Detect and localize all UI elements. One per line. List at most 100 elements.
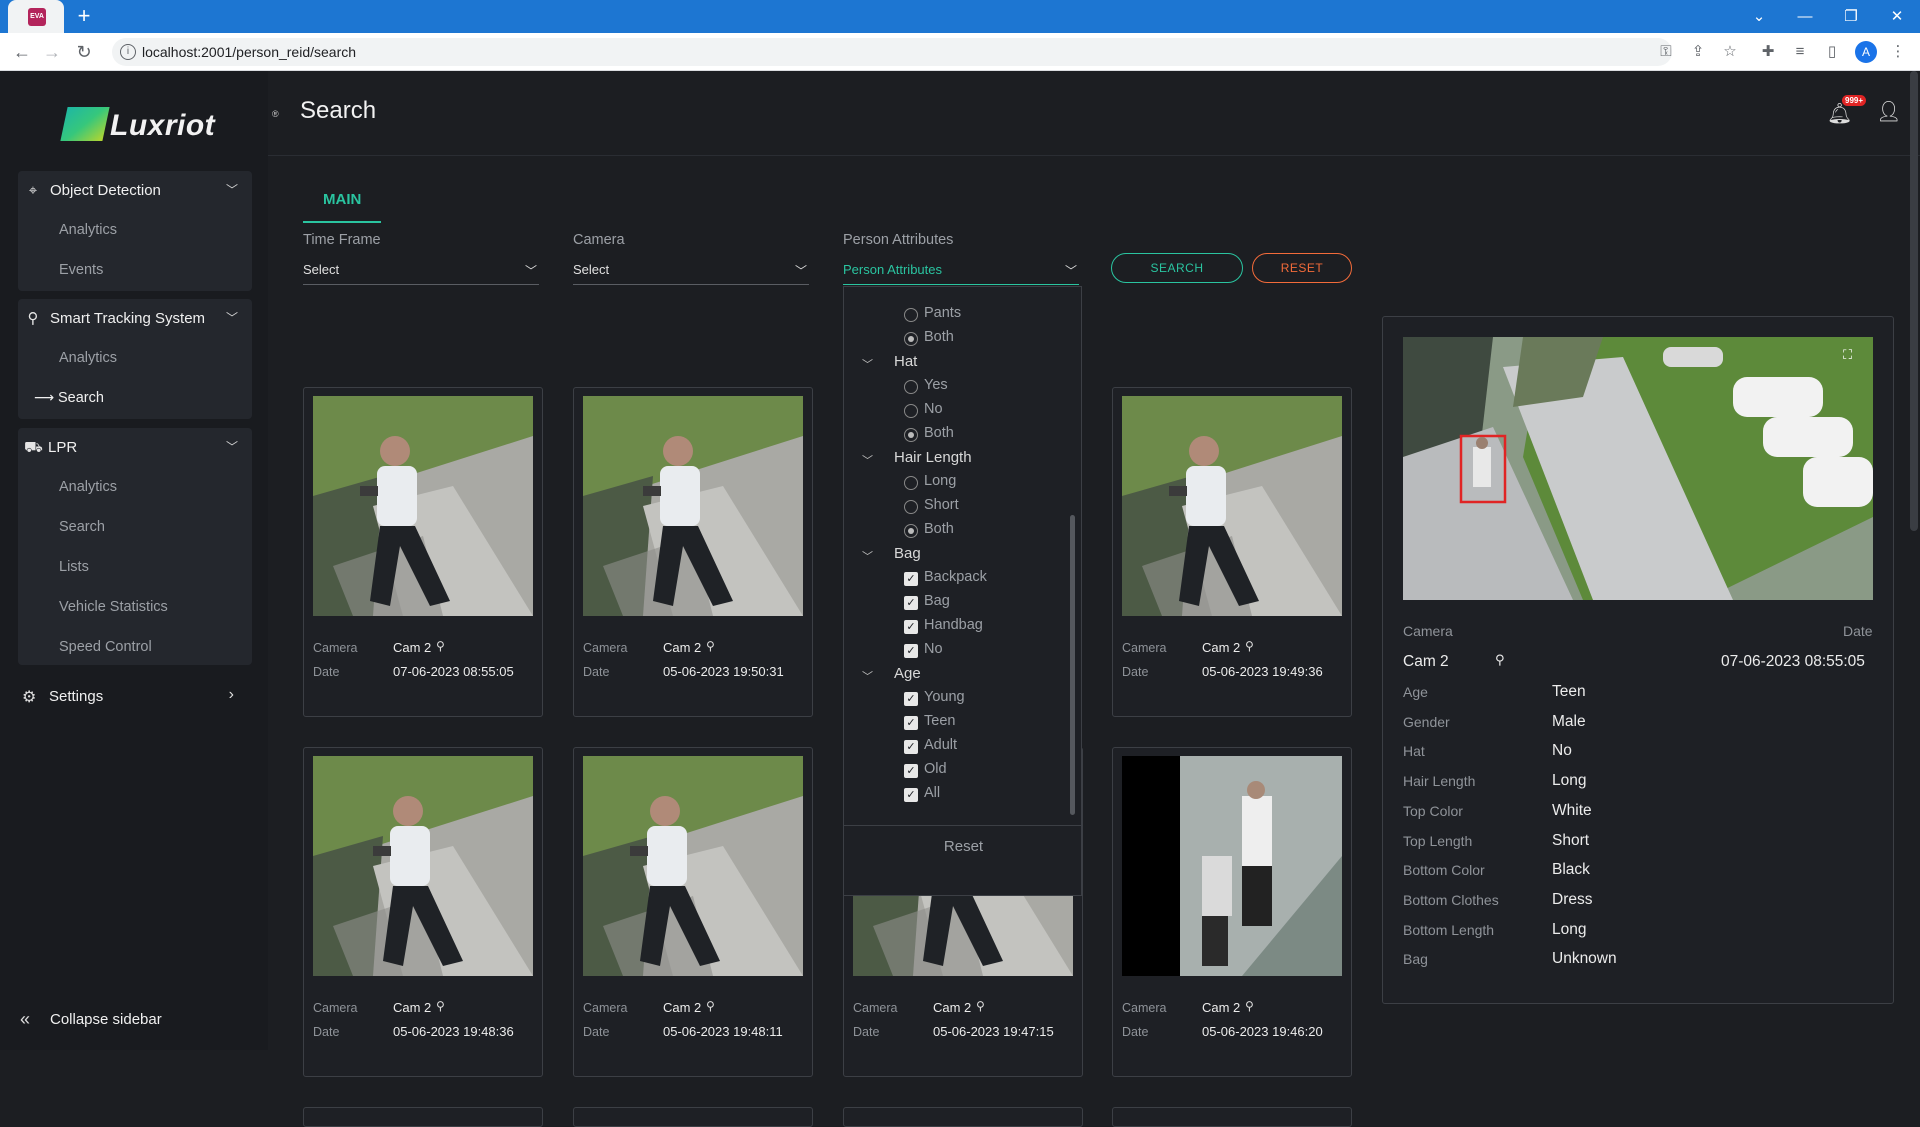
dropdown-scrollbar[interactable] bbox=[1070, 515, 1075, 815]
profile-avatar[interactable]: A bbox=[1855, 41, 1877, 63]
tab-main[interactable]: MAIN bbox=[303, 181, 381, 223]
sidebar-item-label: Search bbox=[58, 390, 104, 406]
new-tab-button[interactable]: + bbox=[72, 4, 96, 28]
radio-button[interactable] bbox=[904, 380, 918, 394]
result-card[interactable] bbox=[843, 1107, 1083, 1127]
option-group-label[interactable]: Age bbox=[894, 665, 921, 682]
checkbox[interactable]: ✓ bbox=[904, 788, 918, 802]
radio-button[interactable] bbox=[904, 428, 918, 442]
checkbox[interactable]: ✓ bbox=[904, 740, 918, 754]
result-card[interactable]: Camera Cam 2 ⚲ Date 05-06-2023 19:46:20 bbox=[1112, 747, 1352, 1077]
radio-button[interactable] bbox=[904, 404, 918, 418]
media-icon[interactable]: ≡ bbox=[1788, 40, 1812, 64]
result-card[interactable]: Camera Cam 2 ⚲ Date 05-06-2023 19:50:31 bbox=[573, 387, 813, 717]
radio-button[interactable] bbox=[904, 308, 918, 322]
sidebar-item-sts-search[interactable]: ⟶ Search bbox=[18, 379, 252, 419]
result-card[interactable] bbox=[573, 1107, 813, 1127]
radio-button[interactable] bbox=[904, 332, 918, 346]
camera-select[interactable]: Select ﹀ bbox=[573, 262, 809, 285]
chevron-down-icon[interactable]: ﹀ bbox=[862, 452, 873, 468]
result-thumbnail[interactable] bbox=[1122, 756, 1342, 976]
attribute-label: Top Length bbox=[1403, 832, 1473, 849]
url-field[interactable]: i localhost:2001/person_reid/search bbox=[112, 38, 1672, 66]
side-panel-icon[interactable]: ▯ bbox=[1820, 40, 1844, 64]
result-thumbnail[interactable] bbox=[313, 756, 533, 976]
radio-button[interactable] bbox=[904, 524, 918, 538]
card-date-label: Date bbox=[1122, 1025, 1149, 1039]
reload-icon[interactable]: ↻ bbox=[72, 40, 96, 64]
restore-button[interactable]: ❐ bbox=[1828, 0, 1874, 33]
nav-head-lpr[interactable]: ⛟ LPR ﹀ bbox=[18, 428, 252, 468]
option-group-label[interactable]: Hair Length bbox=[894, 449, 972, 466]
person-attributes-value: Person Attributes bbox=[843, 262, 942, 277]
app-favicon-icon: EVA bbox=[28, 8, 46, 26]
chevron-down-icon[interactable]: ﹀ bbox=[862, 548, 873, 564]
result-thumbnail[interactable] bbox=[313, 396, 533, 616]
result-card[interactable] bbox=[303, 1107, 543, 1127]
sidebar-item-lpr-search[interactable]: Search bbox=[18, 508, 252, 548]
checkbox[interactable]: ✓ bbox=[904, 692, 918, 706]
sidebar-item-lpr-analytics[interactable]: Analytics bbox=[18, 468, 252, 508]
back-icon[interactable]: ← bbox=[10, 40, 34, 64]
chevron-down-icon[interactable]: ﹀ bbox=[862, 668, 873, 684]
radio-button[interactable] bbox=[904, 476, 918, 490]
share-icon[interactable]: ⇪ bbox=[1686, 40, 1710, 64]
url-text: localhost:2001/person_reid/search bbox=[142, 44, 357, 60]
person-attributes-select[interactable]: Person Attributes ﹀ bbox=[843, 262, 1079, 285]
sidebar-item-lpr-lists[interactable]: Lists bbox=[18, 548, 252, 588]
tab-search-icon[interactable]: ⌄ bbox=[1736, 0, 1782, 33]
fullscreen-icon[interactable]: ⛶ bbox=[1843, 347, 1852, 363]
brand-name: Luxriot bbox=[110, 109, 216, 142]
attribute-value: Long bbox=[1552, 920, 1587, 938]
card-camera-label: Camera bbox=[1122, 1001, 1167, 1015]
nav-head-smart-tracking[interactable]: ⚲ Smart Tracking System ﹀ bbox=[18, 299, 252, 339]
result-thumbnail[interactable] bbox=[1122, 396, 1342, 616]
key-icon[interactable]: ⚿ bbox=[1654, 40, 1678, 64]
result-card[interactable]: Camera Cam 2 ⚲ Date 07-06-2023 08:55:05 bbox=[303, 387, 543, 717]
sidebar-item-settings[interactable]: ⚙ Settings › bbox=[18, 677, 252, 717]
dropdown-reset-button[interactable]: Reset bbox=[844, 825, 1081, 867]
nav-head-object-detection[interactable]: ⌖ Object Detection ﹀ bbox=[18, 171, 252, 211]
time-frame-select[interactable]: Select ﹀ bbox=[303, 262, 539, 285]
result-card[interactable]: Camera Cam 2 ⚲ Date 05-06-2023 19:48:11 bbox=[573, 747, 813, 1077]
sidebar-item-sts-analytics[interactable]: Analytics bbox=[18, 339, 252, 379]
result-card[interactable] bbox=[1112, 1107, 1352, 1127]
option-label: Both bbox=[924, 521, 954, 537]
page-scrollbar[interactable] bbox=[1910, 71, 1918, 531]
bookmark-star-icon[interactable]: ☆ bbox=[1718, 40, 1742, 64]
result-card[interactable]: Camera Cam 2 ⚲ Date 05-06-2023 19:48:36 bbox=[303, 747, 543, 1077]
sidebar-item-lpr-speed-control[interactable]: Speed Control bbox=[18, 628, 252, 668]
browser-tab[interactable]: EVA bbox=[8, 0, 64, 33]
sidebar-item-lpr-vehicle-statistics[interactable]: Vehicle Statistics bbox=[18, 588, 252, 628]
checkbox[interactable]: ✓ bbox=[904, 644, 918, 658]
option-label: Bag bbox=[924, 593, 950, 609]
detail-camera-image[interactable] bbox=[1403, 337, 1873, 600]
extensions-icon[interactable]: ✚ bbox=[1756, 40, 1780, 64]
reset-button[interactable]: RESET bbox=[1252, 253, 1352, 283]
forward-icon[interactable]: → bbox=[40, 40, 64, 64]
result-thumbnail[interactable] bbox=[583, 396, 803, 616]
minimize-button[interactable]: — bbox=[1782, 0, 1828, 33]
chrome-menu-icon[interactable]: ⋮ bbox=[1886, 40, 1910, 64]
result-card[interactable]: Camera Cam 2 ⚲ Date 05-06-2023 19:49:36 bbox=[1112, 387, 1352, 717]
checkbox[interactable]: ✓ bbox=[904, 620, 918, 634]
option-group-label[interactable]: Hat bbox=[894, 353, 917, 370]
nav-group-lpr: ⛟ LPR ﹀ Analytics Search Lists Vehicle S… bbox=[18, 428, 252, 665]
search-button[interactable]: SEARCH bbox=[1111, 253, 1243, 283]
checkbox[interactable]: ✓ bbox=[904, 764, 918, 778]
checkbox[interactable]: ✓ bbox=[904, 596, 918, 610]
user-account-icon[interactable]: 👤︎ bbox=[1876, 99, 1901, 123]
card-date-value: 07-06-2023 08:55:05 bbox=[393, 664, 514, 679]
logo-mark-icon bbox=[60, 107, 110, 141]
option-group-label[interactable]: Bag bbox=[894, 545, 921, 562]
result-thumbnail[interactable] bbox=[583, 756, 803, 976]
checkbox[interactable]: ✓ bbox=[904, 572, 918, 586]
close-window-button[interactable]: ✕ bbox=[1874, 0, 1920, 33]
chevron-down-icon[interactable]: ﹀ bbox=[862, 356, 873, 372]
site-info-icon[interactable]: i bbox=[120, 44, 136, 60]
card-date-value: 05-06-2023 19:50:31 bbox=[663, 664, 784, 679]
checkbox[interactable]: ✓ bbox=[904, 716, 918, 730]
sidebar-item-od-events[interactable]: Events bbox=[18, 251, 252, 291]
radio-button[interactable] bbox=[904, 500, 918, 514]
sidebar-item-od-analytics[interactable]: Analytics bbox=[18, 211, 252, 251]
